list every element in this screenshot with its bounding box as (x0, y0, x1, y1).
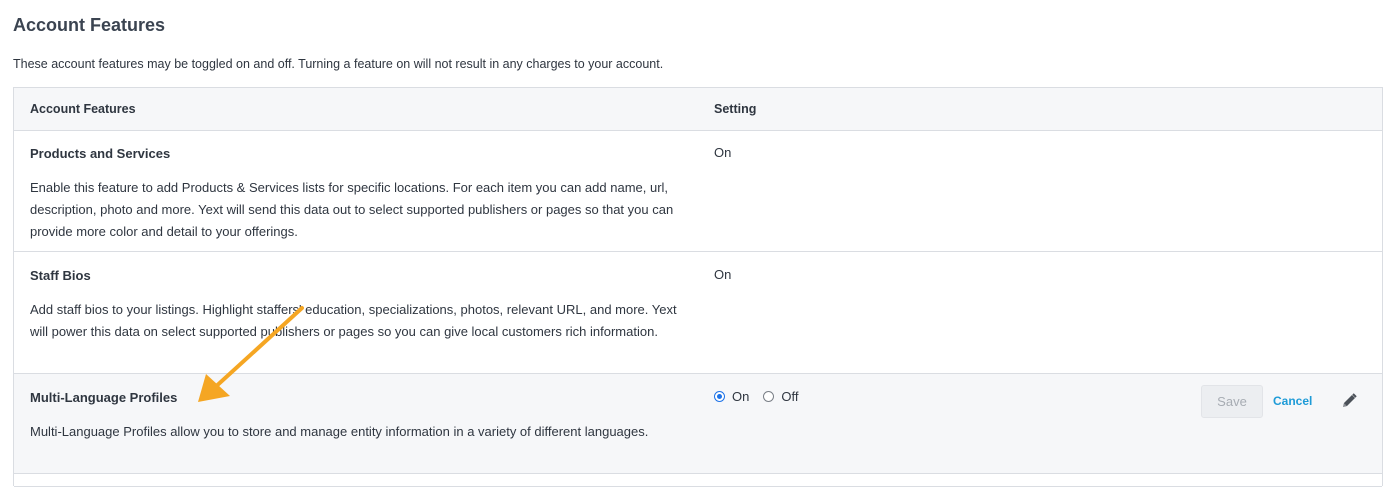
radio-off[interactable] (763, 391, 775, 402)
feature-setting-value: On (714, 145, 732, 160)
cancel-link[interactable]: Cancel (1273, 394, 1312, 408)
feature-title: Staff Bios (30, 268, 91, 283)
page-title: Account Features (13, 15, 166, 35)
intro-text: These account features may be toggled on… (13, 57, 664, 71)
features-table: Account Features Setting Products and Se… (13, 87, 1383, 487)
feature-description: Add staff bios to your listings. Highlig… (30, 302, 677, 339)
feature-description: Multi-Language Profiles allow you to sto… (30, 424, 649, 439)
save-button[interactable]: Save (1201, 385, 1263, 418)
header-account-features: Account Features (30, 102, 136, 116)
feature-setting-value: On (714, 267, 732, 282)
table-row: Products and Services Enable this featur… (14, 130, 1382, 252)
table-row (14, 474, 1382, 487)
setting-radio-group: On Off (714, 389, 812, 404)
radio-on[interactable] (714, 391, 725, 402)
arrow-annotation (198, 306, 304, 402)
header-setting: Setting (714, 102, 757, 116)
radio-off-label[interactable]: Off (781, 389, 798, 404)
feature-description: Enable this feature to add Products & Se… (30, 180, 674, 239)
pencil-icon[interactable] (1340, 392, 1358, 410)
radio-on-label[interactable]: On (732, 389, 749, 404)
table-header: Account Features Setting (14, 88, 1382, 131)
feature-title: Multi-Language Profiles (30, 390, 178, 405)
feature-title: Products and Services (30, 146, 171, 161)
